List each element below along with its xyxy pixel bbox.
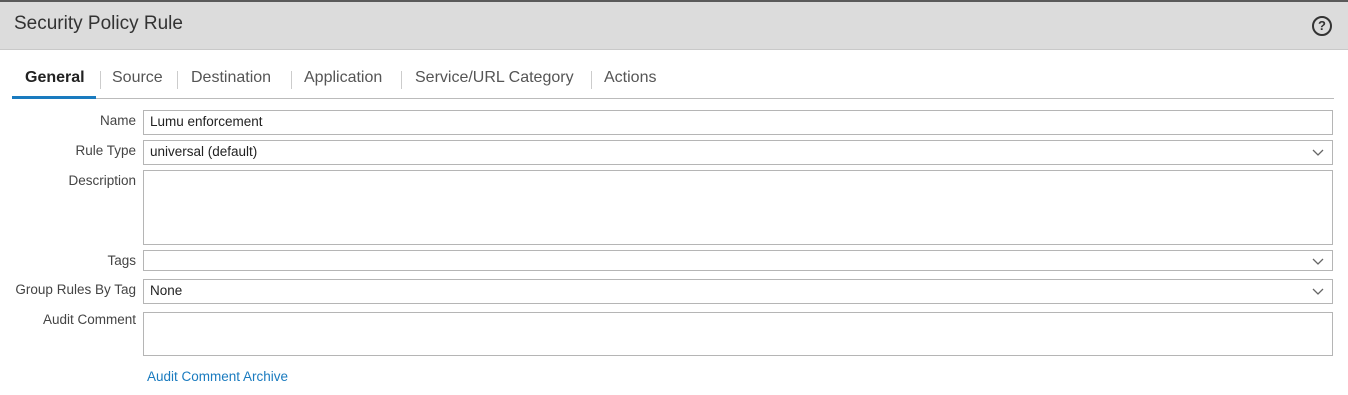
tab-separator — [100, 71, 101, 89]
tab-service-url-category[interactable]: Service/URL Category — [415, 69, 574, 87]
rule-type-value: universal (default) — [150, 144, 258, 159]
audit-comment-textarea[interactable] — [143, 312, 1333, 356]
tab-source[interactable]: Source — [112, 69, 163, 87]
rule-type-label: Rule Type — [75, 143, 136, 158]
tab-destination[interactable]: Destination — [191, 69, 271, 87]
dialog-title: Security Policy Rule — [14, 13, 183, 34]
tab-separator — [591, 71, 592, 89]
tab-application[interactable]: Application — [304, 69, 382, 87]
dialog-titlebar: Security Policy Rule ? — [0, 2, 1348, 50]
tab-general[interactable]: General — [25, 69, 85, 87]
tab-separator — [401, 71, 402, 89]
name-label: Name — [99, 113, 136, 128]
description-label: Description — [68, 173, 136, 188]
tab-separator — [291, 71, 292, 89]
description-textarea[interactable] — [143, 170, 1333, 245]
group-rules-by-tag-select[interactable]: None — [143, 279, 1333, 304]
tab-actions[interactable]: Actions — [604, 69, 656, 87]
name-value: Lumu enforcement — [150, 114, 263, 129]
audit-comment-label: Audit Comment — [42, 312, 136, 327]
tags-select[interactable] — [143, 250, 1333, 271]
tags-label: Tags — [107, 253, 136, 268]
rule-type-select[interactable]: universal (default) — [143, 140, 1333, 165]
audit-comment-archive-link[interactable]: Audit Comment Archive — [147, 369, 288, 384]
help-icon[interactable]: ? — [1312, 16, 1332, 36]
name-input[interactable]: Lumu enforcement — [143, 110, 1333, 135]
active-tab-indicator — [12, 96, 96, 99]
chevron-down-icon — [1312, 149, 1324, 156]
group-rules-by-tag-label: Group Rules By Tag — [15, 282, 136, 297]
tab-separator — [177, 71, 178, 89]
tab-bar: General Source Destination Application S… — [12, 58, 1334, 99]
group-rules-by-tag-value: None — [150, 283, 183, 298]
chevron-down-icon — [1312, 288, 1324, 295]
chevron-down-icon — [1312, 258, 1324, 265]
